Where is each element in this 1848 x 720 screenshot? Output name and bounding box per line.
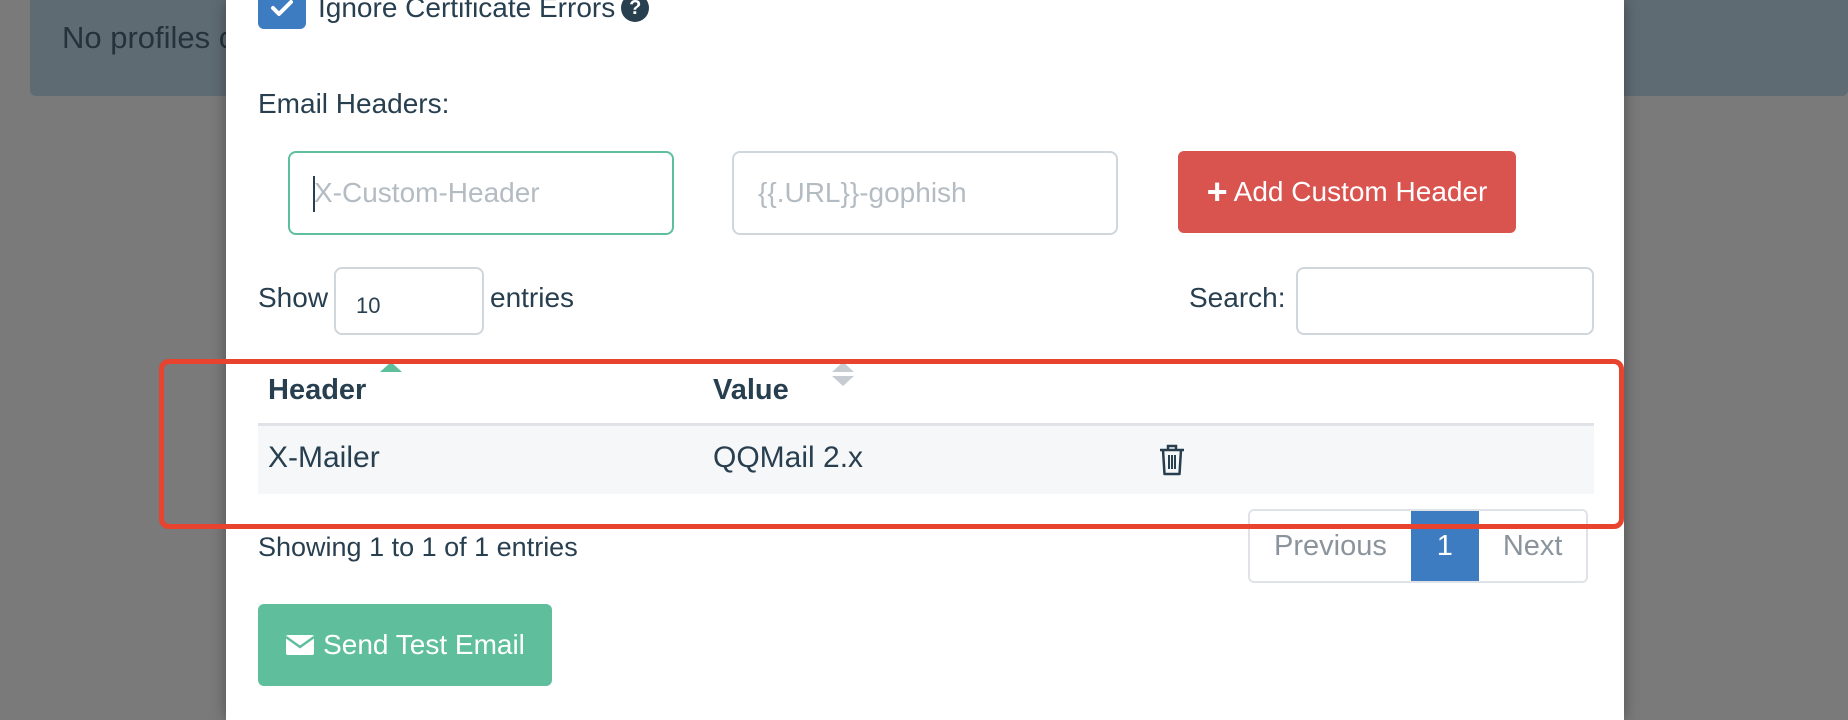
pagination-page-1[interactable]: 1 [1410,511,1479,581]
question-circle-icon[interactable]: ? [621,0,650,22]
header-name-input[interactable] [288,151,674,235]
background-alert-text: No profiles c [62,20,235,55]
sort-both-icon [832,362,854,388]
add-custom-header-button[interactable]: + Add Custom Header [1178,151,1516,233]
text-caret [313,176,315,212]
envelope-icon [285,635,315,655]
entries-label: entries [490,282,575,313]
table-search-input[interactable] [1296,267,1594,335]
table-info: Showing 1 to 1 of 1 entries [258,532,578,562]
table-head: Header Value [258,360,1594,426]
cell-header: X-Mailer [268,441,380,474]
search-label: Search: [1189,282,1286,313]
check-icon [271,0,293,16]
pagination-previous[interactable]: Previous [1250,511,1411,581]
ignore-cert-row: Ignore Certificate Errors ? [258,0,650,30]
header-value-input[interactable] [732,151,1118,235]
plus-icon: + [1206,171,1228,212]
send-test-email-button[interactable]: Send Test Email [258,604,552,686]
pagination: Previous 1 Next [1248,509,1589,583]
pagination-next[interactable]: Next [1478,511,1587,581]
send-profile-modal: Ignore Certificate Errors ? Email Header… [226,0,1624,720]
trash-icon[interactable] [1158,444,1186,476]
table-row: X-Mailer QQMail 2.x [258,426,1594,494]
show-label: Show [258,282,329,313]
column-header-value[interactable]: Value [713,374,789,407]
ignore-cert-checkbox[interactable] [258,0,306,29]
add-custom-header-label: Add Custom Header [1233,176,1488,207]
email-headers-label: Email Headers: [258,88,450,119]
sort-ascending-icon [380,362,402,372]
send-test-email-label: Send Test Email [323,629,525,660]
ignore-cert-label: Ignore Certificate Errors [318,0,616,23]
cell-value: QQMail 2.x [713,441,864,474]
page-length-select[interactable]: 10 [334,267,484,335]
headers-table: Header Value X-Mailer QQMail 2.x [258,360,1594,494]
column-header-header[interactable]: Header [268,374,366,407]
